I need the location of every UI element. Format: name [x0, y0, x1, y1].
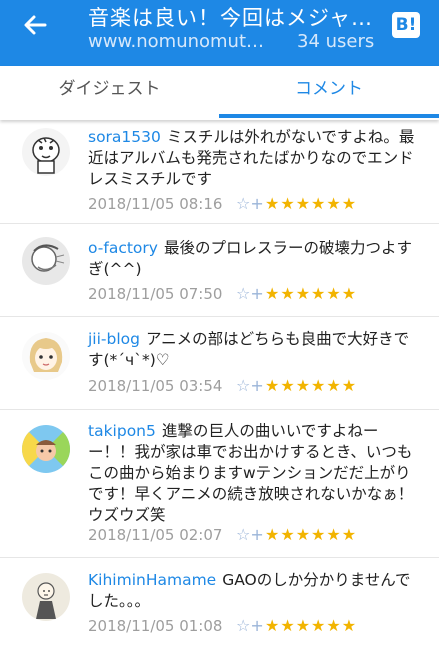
comment-username[interactable]: KihiminHamame [88, 571, 216, 589]
avatar[interactable] [22, 425, 70, 473]
anime-girl-avatar-icon [22, 332, 70, 380]
comment-date: 2018/11/05 02:07 [88, 526, 223, 544]
star-rating: ★★★★★★ [265, 194, 358, 213]
sketch-avatar-icon [22, 237, 70, 285]
star-rating: ★★★★★★ [265, 616, 358, 635]
comment-date: 2018/11/05 03:54 [88, 377, 223, 395]
back-arrow-icon[interactable] [20, 10, 50, 40]
comment-text: takipon5 進撃の巨人の曲いいですよねーー！！我が家は車でお出かけするとき、… [88, 421, 424, 526]
add-star-icon[interactable]: ☆+ [236, 284, 264, 303]
add-star-icon[interactable]: ☆+ [236, 194, 264, 213]
colorful-avatar-icon [22, 425, 70, 473]
comment-date: 2018/11/05 01:08 [88, 617, 223, 635]
avatar[interactable] [22, 332, 70, 380]
comment-item: jii-blog アニメの部はどちらも良曲で大好きです(*´ч`*)♡ 2018/… [0, 318, 439, 410]
tiger-avatar-icon [22, 128, 70, 176]
bookmark-user-count: 34 users [297, 31, 375, 52]
star-rating: ★★★★★★ [265, 376, 358, 395]
entry-title: 音楽は良い！今回はメジャ… [88, 6, 373, 30]
comment-text: o-factory 最後のプロレスラーの破壊力つよすぎ(^^) [88, 238, 424, 280]
comment-item: KihiminHamame GAOのしか分かりませんでした。。。 2018/11/… [0, 559, 439, 651]
comment-text: jii-blog アニメの部はどちらも良曲で大好きです(*´ч`*)♡ [88, 329, 424, 371]
comment-item: sora1530 ミスチルは外れがないですよね。最近はアルバムも発売されたばかりな… [0, 120, 439, 224]
comment-text: KihiminHamame GAOのしか分かりませんでした。。。 [88, 570, 424, 612]
avatar[interactable] [22, 573, 70, 621]
add-star-icon[interactable]: ☆+ [236, 616, 264, 635]
comment-username[interactable]: takipon5 [88, 422, 156, 440]
monk-avatar-icon [22, 573, 70, 621]
comment-list[interactable]: sora1530 ミスチルは外れがないですよね。最近はアルバムも発売されたばかりな… [0, 120, 439, 640]
active-tab-indicator [219, 114, 439, 118]
hatena-bookmark-icon[interactable]: B! [392, 12, 420, 38]
comment-date: 2018/11/05 07:50 [88, 285, 223, 303]
comment-date: 2018/11/05 08:16 [88, 195, 223, 213]
tab-digest[interactable]: ダイジェスト [0, 66, 219, 120]
comment-item: o-factory 最後のプロレスラーの破壊力つよすぎ(^^) 2018/11/0… [0, 225, 439, 317]
tab-comments[interactable]: コメント [219, 66, 439, 120]
add-star-icon[interactable]: ☆+ [236, 525, 264, 544]
comment-username[interactable]: sora1530 [88, 128, 161, 146]
avatar[interactable] [22, 237, 70, 285]
avatar[interactable] [22, 128, 70, 176]
entry-url: www.nomunomutuk… [88, 31, 274, 52]
star-rating: ★★★★★★ [265, 284, 358, 303]
add-star-icon[interactable]: ☆+ [236, 376, 264, 395]
comment-username[interactable]: jii-blog [88, 330, 140, 348]
app-header: 音楽は良い！今回はメジャ… www.nomunomutuk… 34 users … [0, 0, 439, 66]
comment-item: takipon5 進撃の巨人の曲いいですよねーー！！我が家は車でお出かけするとき、… [0, 411, 439, 558]
tab-bar: ダイジェスト コメント [0, 66, 439, 120]
comment-text: sora1530 ミスチルは外れがないですよね。最近はアルバムも発売されたばかりな… [88, 127, 424, 190]
star-rating: ★★★★★★ [265, 525, 358, 544]
comment-username[interactable]: o-factory [88, 239, 158, 257]
